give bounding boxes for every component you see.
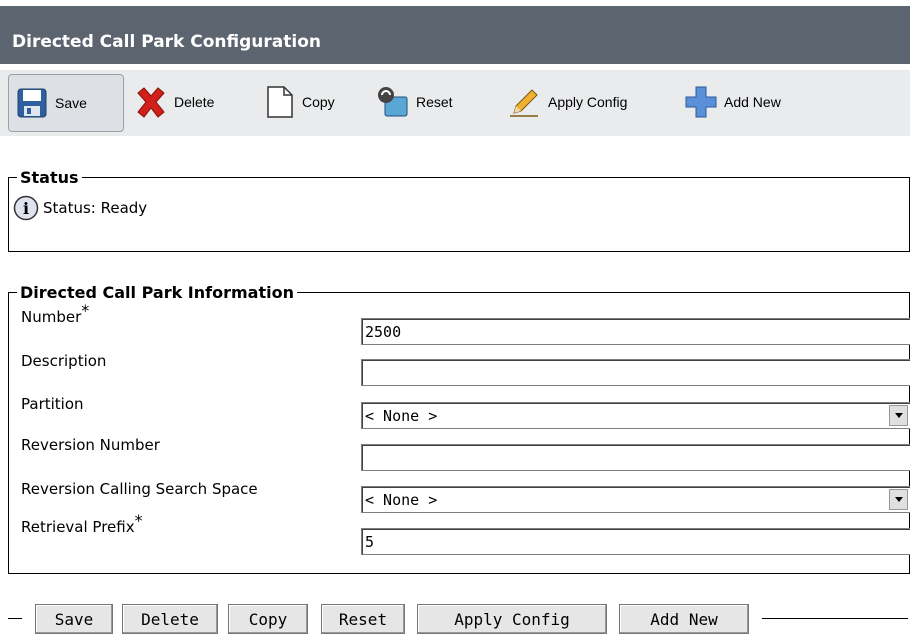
apply-config-button[interactable]: Apply Config — [508, 74, 627, 130]
status-section: Status i Status: Ready — [8, 168, 910, 252]
bottom-button-bar: Save Delete Copy Reset Apply Config Add … — [0, 594, 910, 636]
chevron-down-icon[interactable] — [889, 405, 908, 426]
status-text: Status: Ready — [43, 199, 148, 217]
reset-button[interactable]: Reset — [376, 74, 453, 130]
retrieval-prefix-input[interactable]: 5 — [361, 528, 910, 555]
delete-button-label: Delete — [174, 94, 215, 110]
bottom-reset-button[interactable]: Reset — [321, 604, 405, 634]
toolbar: Save Delete Copy Reset Apply Config Add … — [0, 70, 910, 136]
save-button-label: Save — [55, 95, 87, 111]
number-label: Number — [21, 308, 82, 326]
chevron-down-icon[interactable] — [889, 489, 908, 510]
pencil-icon — [508, 85, 542, 119]
reversion-css-select[interactable]: < None > — [361, 486, 910, 513]
partition-select-value: < None > — [365, 407, 438, 425]
partition-select[interactable]: < None > — [361, 402, 910, 429]
info-icon: i — [13, 195, 39, 221]
delete-x-icon — [134, 85, 168, 119]
svg-text:i: i — [23, 199, 29, 218]
delete-button[interactable]: Delete — [134, 74, 214, 130]
partition-label: Partition — [21, 395, 84, 413]
reversion-number-input[interactable] — [361, 444, 910, 471]
info-legend: Directed Call Park Information — [20, 283, 294, 302]
required-mark: * — [134, 511, 143, 530]
reversion-css-label: Reversion Calling Search Space — [21, 480, 258, 498]
plus-icon — [684, 85, 718, 119]
directed-call-park-info-section: Directed Call Park Information Number* 2… — [8, 283, 910, 574]
required-mark: * — [81, 301, 90, 320]
reset-button-label: Reset — [416, 94, 453, 110]
status-line: i Status: Ready — [13, 195, 147, 221]
reversion-css-select-value: < None > — [365, 491, 438, 509]
divider — [8, 618, 22, 619]
apply-config-button-label: Apply Config — [548, 94, 628, 110]
status-legend: Status — [20, 168, 79, 187]
copy-button[interactable]: Copy — [262, 74, 335, 130]
number-input[interactable]: 2500 — [361, 318, 910, 345]
bottom-copy-button[interactable]: Copy — [228, 604, 308, 634]
save-button[interactable]: Save — [8, 74, 124, 132]
bottom-add-new-button[interactable]: Add New — [619, 604, 749, 634]
retrieval-prefix-label: Retrieval Prefix — [21, 518, 135, 536]
reversion-number-label: Reversion Number — [21, 436, 160, 454]
add-new-button-label: Add New — [724, 94, 781, 110]
description-input[interactable] — [361, 359, 910, 386]
bottom-apply-config-button[interactable]: Apply Config — [417, 604, 607, 634]
bottom-delete-button[interactable]: Delete — [122, 604, 218, 634]
description-label: Description — [21, 352, 107, 370]
copy-button-label: Copy — [302, 94, 335, 110]
reset-device-icon — [376, 85, 410, 119]
page-title: Directed Call Park Configuration — [12, 32, 321, 52]
document-copy-icon — [262, 85, 296, 119]
add-new-button[interactable]: Add New — [684, 74, 781, 130]
bottom-save-button[interactable]: Save — [35, 604, 113, 634]
divider — [762, 618, 908, 619]
title-bar: Directed Call Park Configuration — [0, 0, 910, 70]
floppy-disk-icon — [15, 86, 49, 120]
